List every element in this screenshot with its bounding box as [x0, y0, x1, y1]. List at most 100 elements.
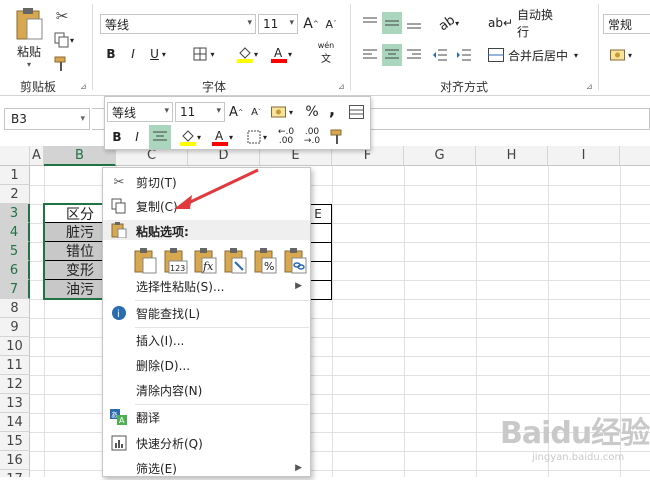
font-color-button[interactable]: A ▾	[266, 44, 296, 64]
orientation-button[interactable]: ab ▾	[434, 12, 464, 34]
bold-button[interactable]: B	[102, 44, 120, 64]
mini-italic-button[interactable]: I	[129, 127, 145, 147]
row-header-12[interactable]: 12	[0, 375, 30, 394]
align-bottom-button[interactable]	[404, 12, 424, 34]
column-header-h[interactable]: H	[476, 146, 548, 166]
align-left-button[interactable]	[360, 44, 380, 66]
row-header-3[interactable]: 3	[0, 204, 30, 223]
mini-grow-font-button[interactable]: A ^	[227, 102, 245, 122]
select-all-corner[interactable]	[0, 146, 30, 166]
grow-font-button[interactable]: A ^	[302, 14, 320, 34]
align-top-button[interactable]	[360, 12, 380, 34]
row-header-7[interactable]: 7	[0, 280, 30, 299]
svg-text:A: A	[215, 129, 224, 143]
format-painter-icon[interactable]	[52, 54, 72, 74]
copy-icon[interactable]: ▾	[52, 30, 76, 50]
menu-item-clear-contents[interactable]: 清除内容(N)	[103, 378, 310, 402]
decrease-indent-button[interactable]	[430, 44, 450, 66]
paste-link-icon[interactable]	[284, 248, 308, 274]
paste-formulas-icon[interactable]: fx	[194, 248, 218, 274]
cut-icon[interactable]: ✂	[52, 6, 72, 26]
increase-indent-button[interactable]	[454, 44, 474, 66]
align-left-icon	[363, 49, 377, 59]
row-header-2[interactable]: 2	[0, 185, 30, 204]
name-box[interactable]: B3 ▾	[4, 108, 90, 130]
paste-button[interactable]: 粘贴 ▾	[10, 6, 48, 70]
accounting-format-button[interactable]: ▾	[606, 44, 636, 66]
increase-indent-icon	[457, 49, 471, 61]
mini-bold-button[interactable]: B	[109, 127, 125, 147]
menu-item-paste-special[interactable]: 选择性粘贴(S)... ▶	[103, 274, 310, 298]
copy-icon	[109, 196, 129, 216]
align-middle-button[interactable]	[382, 12, 402, 34]
row-header-16[interactable]: 16	[0, 451, 30, 470]
wrap-text-button[interactable]: ab↵ 自动换行	[488, 8, 562, 39]
mini-font-name-combo[interactable]: 等线 ▾	[107, 102, 173, 122]
clipboard-icon	[109, 220, 129, 240]
dialog-launcher-icon[interactable]: ⊿	[586, 82, 593, 91]
mini-fill-color-button[interactable]: ▾	[175, 127, 205, 147]
mini-accounting-format-button[interactable]: ▾	[267, 101, 297, 123]
menu-item-quick-analysis[interactable]: 快速分析(Q)	[103, 431, 310, 455]
svg-text:fx: fx	[202, 260, 214, 273]
mini-borders-button[interactable]: ▾	[243, 127, 271, 147]
paste-values-icon[interactable]: 123	[164, 248, 188, 274]
row-header-17[interactable]: 17	[0, 470, 30, 477]
menu-item-filter[interactable]: 筛选(E) ▶	[103, 456, 310, 480]
row-header-13[interactable]: 13	[0, 394, 30, 413]
italic-button[interactable]: I	[124, 44, 142, 64]
font-size-combo[interactable]: 11 ▾	[258, 14, 298, 34]
border-icon	[193, 47, 207, 61]
dialog-launcher-icon[interactable]: ⊿	[80, 82, 87, 91]
row-header-4[interactable]: 4	[0, 223, 30, 242]
phonetic-button[interactable]: wén 文	[310, 41, 342, 65]
shrink-font-button[interactable]: Aˇ	[322, 14, 340, 34]
mini-font-size-combo[interactable]: 11 ▾	[175, 102, 225, 122]
column-header-a[interactable]: A	[30, 146, 44, 166]
align-right-button[interactable]	[404, 44, 424, 66]
borders-button[interactable]: ▾	[190, 44, 218, 64]
mini-toolbar: 等线 ▾ 11 ▾ A ^ Aˇ ▾ % , B I ▾ A ▾ ▾ ←.0.00…	[104, 96, 371, 150]
menu-item-insert[interactable]: 插入(I)...	[103, 328, 310, 352]
row-header-14[interactable]: 14	[0, 413, 30, 432]
dialog-launcher-icon[interactable]: ⊿	[338, 82, 345, 91]
format-cells-button[interactable]	[345, 102, 367, 122]
paste-icon[interactable]	[134, 248, 158, 274]
chevron-down-icon: ▾	[289, 18, 294, 28]
align-right-icon	[407, 49, 421, 59]
menu-item-smart-lookup[interactable]: i 智能查找(L)	[103, 301, 310, 325]
row-header-5[interactable]: 5	[0, 242, 30, 261]
font-name-combo[interactable]: 等线 ▾	[100, 14, 256, 34]
comma-button[interactable]: ,	[325, 99, 339, 119]
row-header-8[interactable]: 8	[0, 299, 30, 318]
number-format-combo[interactable]: 常规	[603, 14, 650, 34]
align-middle-icon	[385, 20, 399, 26]
column-header-j[interactable]	[620, 146, 650, 166]
align-center-icon	[153, 131, 167, 141]
paste-formatting-icon[interactable]: %	[254, 248, 278, 274]
mini-shrink-font-button[interactable]: Aˇ	[247, 102, 265, 122]
percent-button[interactable]: %	[303, 102, 321, 122]
menu-item-delete[interactable]: 删除(D)...	[103, 353, 310, 377]
mini-align-center-button[interactable]	[149, 125, 171, 149]
row-header-9[interactable]: 9	[0, 318, 30, 337]
row-header-6[interactable]: 6	[0, 261, 30, 280]
increase-decimal-button[interactable]: ←.0.00	[275, 127, 297, 147]
row-header-10[interactable]: 10	[0, 337, 30, 356]
fill-color-button[interactable]: ▾	[232, 44, 262, 64]
row-header-15[interactable]: 15	[0, 432, 30, 451]
column-header-i[interactable]: I	[548, 146, 620, 166]
decrease-decimal-button[interactable]: .00 →.0	[301, 127, 323, 147]
merge-center-button[interactable]: 合并后居中 ▾	[488, 44, 586, 66]
align-center-button[interactable]	[382, 44, 402, 66]
underline-button[interactable]: U ▾	[144, 44, 172, 64]
align-bottom-icon	[407, 23, 421, 29]
mini-font-color-button[interactable]: A ▾	[207, 127, 237, 147]
row-header-1[interactable]: 1	[0, 166, 30, 185]
money-icon	[270, 106, 286, 118]
row-header-11[interactable]: 11	[0, 356, 30, 375]
paste-transpose-icon[interactable]	[224, 248, 248, 274]
column-header-g[interactable]: G	[404, 146, 476, 166]
menu-item-translate[interactable]: あA 翻译	[103, 405, 310, 429]
mini-format-painter-button[interactable]	[327, 127, 349, 147]
